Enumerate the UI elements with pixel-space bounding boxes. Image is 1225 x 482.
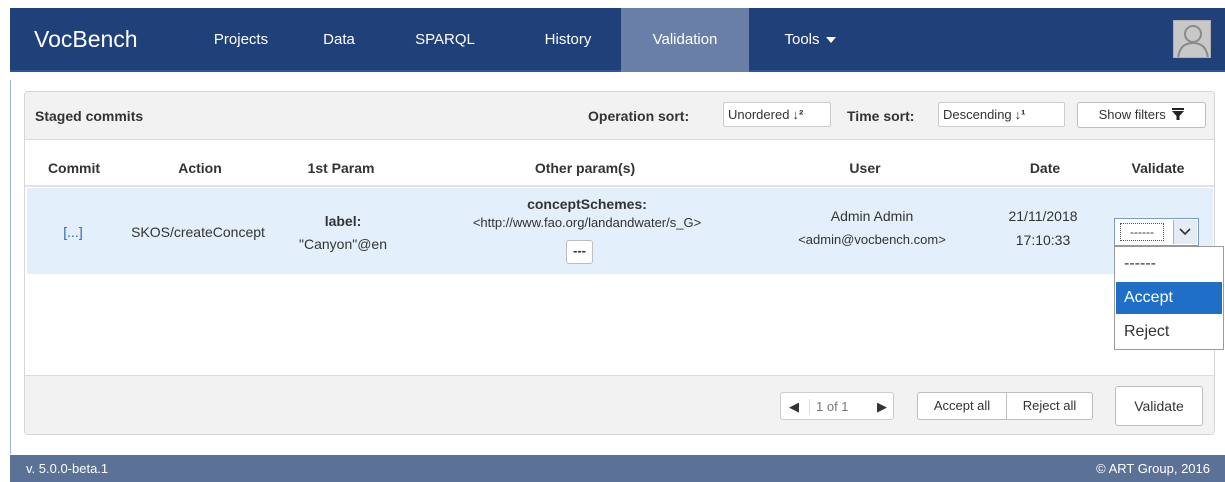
time-sort-select[interactable]: Descending ↓¹ xyxy=(938,102,1065,127)
brand-logo[interactable]: VocBench xyxy=(34,26,138,53)
header-divider xyxy=(25,185,1214,187)
col-header-other-params[interactable]: Other param(s) xyxy=(495,160,675,176)
col-header-commit[interactable]: Commit xyxy=(39,160,109,176)
col-header-user[interactable]: User xyxy=(820,160,910,176)
show-filters-label: Show filters xyxy=(1098,107,1166,122)
other-param-name: conceptSchemes: xyxy=(527,196,647,212)
top-navbar: VocBench Projects Data SPARQL History Va… xyxy=(10,8,1225,72)
user-silhouette-icon xyxy=(1177,25,1209,57)
more-params-button[interactable]: --- xyxy=(566,240,593,264)
col-header-date[interactable]: Date xyxy=(1015,160,1075,176)
accept-all-button[interactable]: Accept all xyxy=(917,392,1007,420)
time-sort-label: Time sort: xyxy=(847,108,915,124)
operation-sort-label: Operation sort: xyxy=(588,108,690,124)
sort-order-icon: ↓² xyxy=(792,107,804,122)
staged-commits-panel: Staged commits Operation sort: Unordered… xyxy=(24,91,1215,435)
user-email: <admin@vocbench.com> xyxy=(798,232,946,247)
col-header-validate[interactable]: Validate xyxy=(1118,160,1198,176)
next-page-icon[interactable]: ▶ xyxy=(877,399,887,415)
dropdown-option-none[interactable]: ------ xyxy=(1116,248,1222,280)
nav-history[interactable]: History xyxy=(527,8,609,72)
version-label: v. 5.0.0-beta.1 xyxy=(26,461,109,476)
param-value: "Canyon"@en xyxy=(299,236,387,252)
dropdown-option-accept[interactable]: Accept xyxy=(1116,282,1222,314)
other-param-value: <http://www.fao.org/landandwater/s_G> xyxy=(472,215,702,230)
user-name: Admin Admin xyxy=(830,208,914,224)
show-filters-button[interactable]: Show filters xyxy=(1077,102,1206,128)
table-row[interactable]: [...] SKOS/createConcept label: "Canyon"… xyxy=(27,188,1213,274)
panel-header: Staged commits Operation sort: Unordered… xyxy=(25,92,1214,140)
validate-button[interactable]: Validate xyxy=(1115,386,1203,426)
filter-icon xyxy=(1172,108,1185,120)
nav-sparql[interactable]: SPARQL xyxy=(400,8,490,72)
reject-all-button[interactable]: Reject all xyxy=(1006,392,1093,420)
operation-sort-select[interactable]: Unordered ↓² xyxy=(723,102,831,127)
col-header-action[interactable]: Action xyxy=(155,160,245,176)
nav-projects[interactable]: Projects xyxy=(193,8,289,72)
validate-selected-value: ------ xyxy=(1120,223,1164,241)
commit-date: 21/11/2018 xyxy=(1008,208,1078,224)
nav-data[interactable]: Data xyxy=(310,8,368,72)
nav-tools-dropdown[interactable]: Tools xyxy=(762,8,858,72)
pagination: ◀ 1 of 1 ▶ xyxy=(780,392,894,420)
param-name: label: xyxy=(324,213,362,229)
dropdown-option-reject[interactable]: Reject xyxy=(1116,316,1222,348)
page-indicator: 1 of 1 xyxy=(809,399,849,414)
panel-footer: ◀ 1 of 1 ▶ Accept all Reject all Validat… xyxy=(25,375,1214,434)
time-sort-value: Descending xyxy=(943,107,1012,122)
col-header-first-param[interactable]: 1st Param xyxy=(293,160,389,176)
prev-page-icon[interactable]: ◀ xyxy=(789,399,799,415)
chevron-down-icon xyxy=(1179,228,1191,236)
user-avatar[interactable] xyxy=(1173,20,1211,58)
copyright-label: © ART Group, 2016 xyxy=(1096,461,1210,476)
commit-time: 17:10:33 xyxy=(1015,232,1071,248)
operation-sort-value: Unordered xyxy=(728,107,790,122)
commit-details-link[interactable]: [...] xyxy=(53,224,93,240)
validate-select[interactable]: ------ xyxy=(1114,218,1199,246)
validate-dropdown-list: ------ Accept Reject xyxy=(1114,246,1224,350)
action-cell: SKOS/createConcept xyxy=(131,224,265,240)
panel-title: Staged commits xyxy=(35,108,144,124)
status-bar: v. 5.0.0-beta.1 © ART Group, 2016 xyxy=(10,455,1225,482)
nav-validation[interactable]: Validation xyxy=(621,8,749,72)
sort-desc-icon: ↓¹ xyxy=(1014,107,1026,122)
nav-tools-label: Tools xyxy=(784,31,820,48)
validate-select-arrow[interactable] xyxy=(1173,220,1197,244)
caret-down-icon xyxy=(825,37,836,44)
